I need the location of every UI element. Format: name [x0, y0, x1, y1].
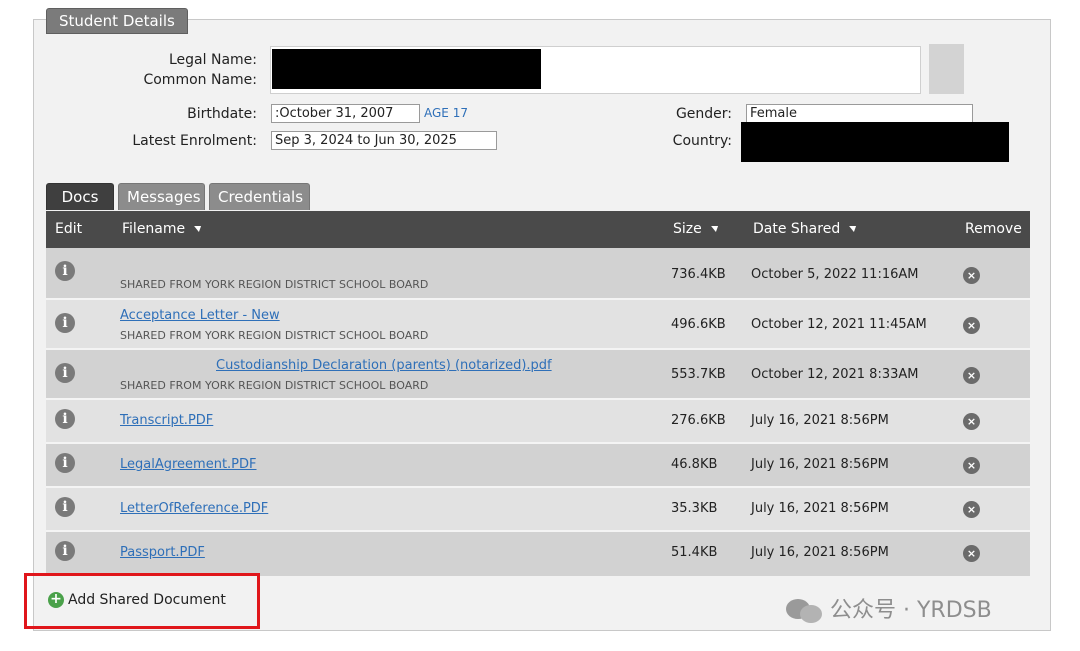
- shared-source: SHARED FROM YORK REGION DISTRICT SCHOOL …: [120, 329, 429, 342]
- student-photo-placeholder: [929, 44, 964, 94]
- remove-icon[interactable]: ×: [963, 457, 980, 474]
- red-highlight-box: [24, 573, 260, 629]
- chat-bubble-icon: [786, 599, 822, 623]
- column-size[interactable]: Size: [673, 211, 718, 248]
- file-size: 276.6KB: [671, 413, 726, 428]
- column-edit: Edit: [55, 221, 83, 237]
- date-shared: July 16, 2021 8:56PM: [751, 501, 889, 516]
- tab-docs[interactable]: Docs: [46, 183, 114, 210]
- file-size: 51.4KB: [671, 545, 718, 560]
- file-size: 553.7KB: [671, 367, 726, 382]
- file-size: 736.4KB: [671, 267, 726, 282]
- info-icon[interactable]: i: [55, 261, 75, 281]
- watermark-text: 公众号 · YRDSB: [830, 598, 992, 623]
- sort-icon[interactable]: [192, 226, 202, 232]
- shared-source: SHARED FROM YORK REGION DISTRICT SCHOOL …: [120, 379, 429, 392]
- file-size: 35.3KB: [671, 501, 718, 516]
- shared-source: SHARED FROM YORK REGION DISTRICT SCHOOL …: [120, 278, 429, 291]
- file-link[interactable]: Custodianship Declaration (parents) (not…: [216, 358, 552, 373]
- table-row: i LetterOfReference.PDF 35.3KB July 16, …: [46, 488, 1030, 532]
- common-name-label: Common Name:: [143, 72, 257, 88]
- age-badge: AGE 17: [424, 106, 468, 120]
- watermark: 公众号 · YRDSB: [786, 592, 992, 624]
- date-shared: July 16, 2021 8:56PM: [751, 457, 889, 472]
- redacted-country: [741, 122, 1009, 162]
- sort-icon[interactable]: [708, 226, 718, 232]
- remove-icon[interactable]: ×: [963, 545, 980, 562]
- docs-table-header: Edit Filename Size Date Shared Remove: [46, 211, 1030, 248]
- column-date-shared[interactable]: Date Shared: [753, 211, 857, 248]
- info-icon[interactable]: i: [55, 313, 75, 333]
- table-row: i SHARED FROM YORK REGION DISTRICT SCHOO…: [46, 248, 1030, 300]
- table-row: i Custodianship Declaration (parents) (n…: [46, 350, 1030, 400]
- sort-icon[interactable]: [847, 226, 857, 232]
- table-row: i LegalAgreement.PDF 46.8KB July 16, 202…: [46, 444, 1030, 488]
- tab-credentials[interactable]: Credentials: [209, 183, 310, 210]
- remove-icon[interactable]: ×: [963, 367, 980, 384]
- redacted-name: [272, 49, 541, 89]
- latest-enrolment-label: Latest Enrolment:: [132, 133, 257, 149]
- file-size: 46.8KB: [671, 457, 718, 472]
- birthdate-field: :October 31, 2007: [271, 104, 420, 123]
- file-link[interactable]: Transcript.PDF: [120, 413, 213, 428]
- legal-name-label: Legal Name:: [169, 52, 257, 68]
- country-label: Country:: [672, 133, 732, 149]
- date-shared: July 16, 2021 8:56PM: [751, 545, 889, 560]
- file-link[interactable]: LegalAgreement.PDF: [120, 457, 257, 472]
- remove-icon[interactable]: ×: [963, 501, 980, 518]
- info-icon[interactable]: i: [55, 541, 75, 561]
- file-link[interactable]: LetterOfReference.PDF: [120, 501, 268, 516]
- column-filename[interactable]: Filename: [122, 211, 202, 248]
- gender-field: Female: [746, 104, 973, 123]
- column-remove: Remove: [965, 221, 1022, 237]
- birthdate-label: Birthdate:: [187, 106, 257, 122]
- remove-icon[interactable]: ×: [963, 413, 980, 430]
- info-icon[interactable]: i: [55, 453, 75, 473]
- file-link[interactable]: Acceptance Letter - New: [120, 308, 280, 323]
- date-shared: October 12, 2021 8:33AM: [751, 367, 919, 382]
- info-icon[interactable]: i: [55, 363, 75, 383]
- date-shared: October 5, 2022 11:16AM: [751, 267, 919, 282]
- remove-icon[interactable]: ×: [963, 267, 980, 284]
- gender-label: Gender:: [675, 106, 732, 122]
- table-row: i Transcript.PDF 276.6KB July 16, 2021 8…: [46, 400, 1030, 444]
- table-row: i Passport.PDF 51.4KB July 16, 2021 8:56…: [46, 532, 1030, 576]
- table-row: i Acceptance Letter - New SHARED FROM YO…: [46, 300, 1030, 350]
- latest-enrolment-field: Sep 3, 2024 to Jun 30, 2025: [271, 131, 497, 150]
- info-icon[interactable]: i: [55, 409, 75, 429]
- info-icon[interactable]: i: [55, 497, 75, 517]
- file-link[interactable]: Passport.PDF: [120, 545, 205, 560]
- date-shared: October 12, 2021 11:45AM: [751, 317, 927, 332]
- file-size: 496.6KB: [671, 317, 726, 332]
- panel-title: Student Details: [46, 8, 188, 34]
- date-shared: July 16, 2021 8:56PM: [751, 413, 889, 428]
- remove-icon[interactable]: ×: [963, 317, 980, 334]
- tab-messages[interactable]: Messages: [118, 183, 205, 210]
